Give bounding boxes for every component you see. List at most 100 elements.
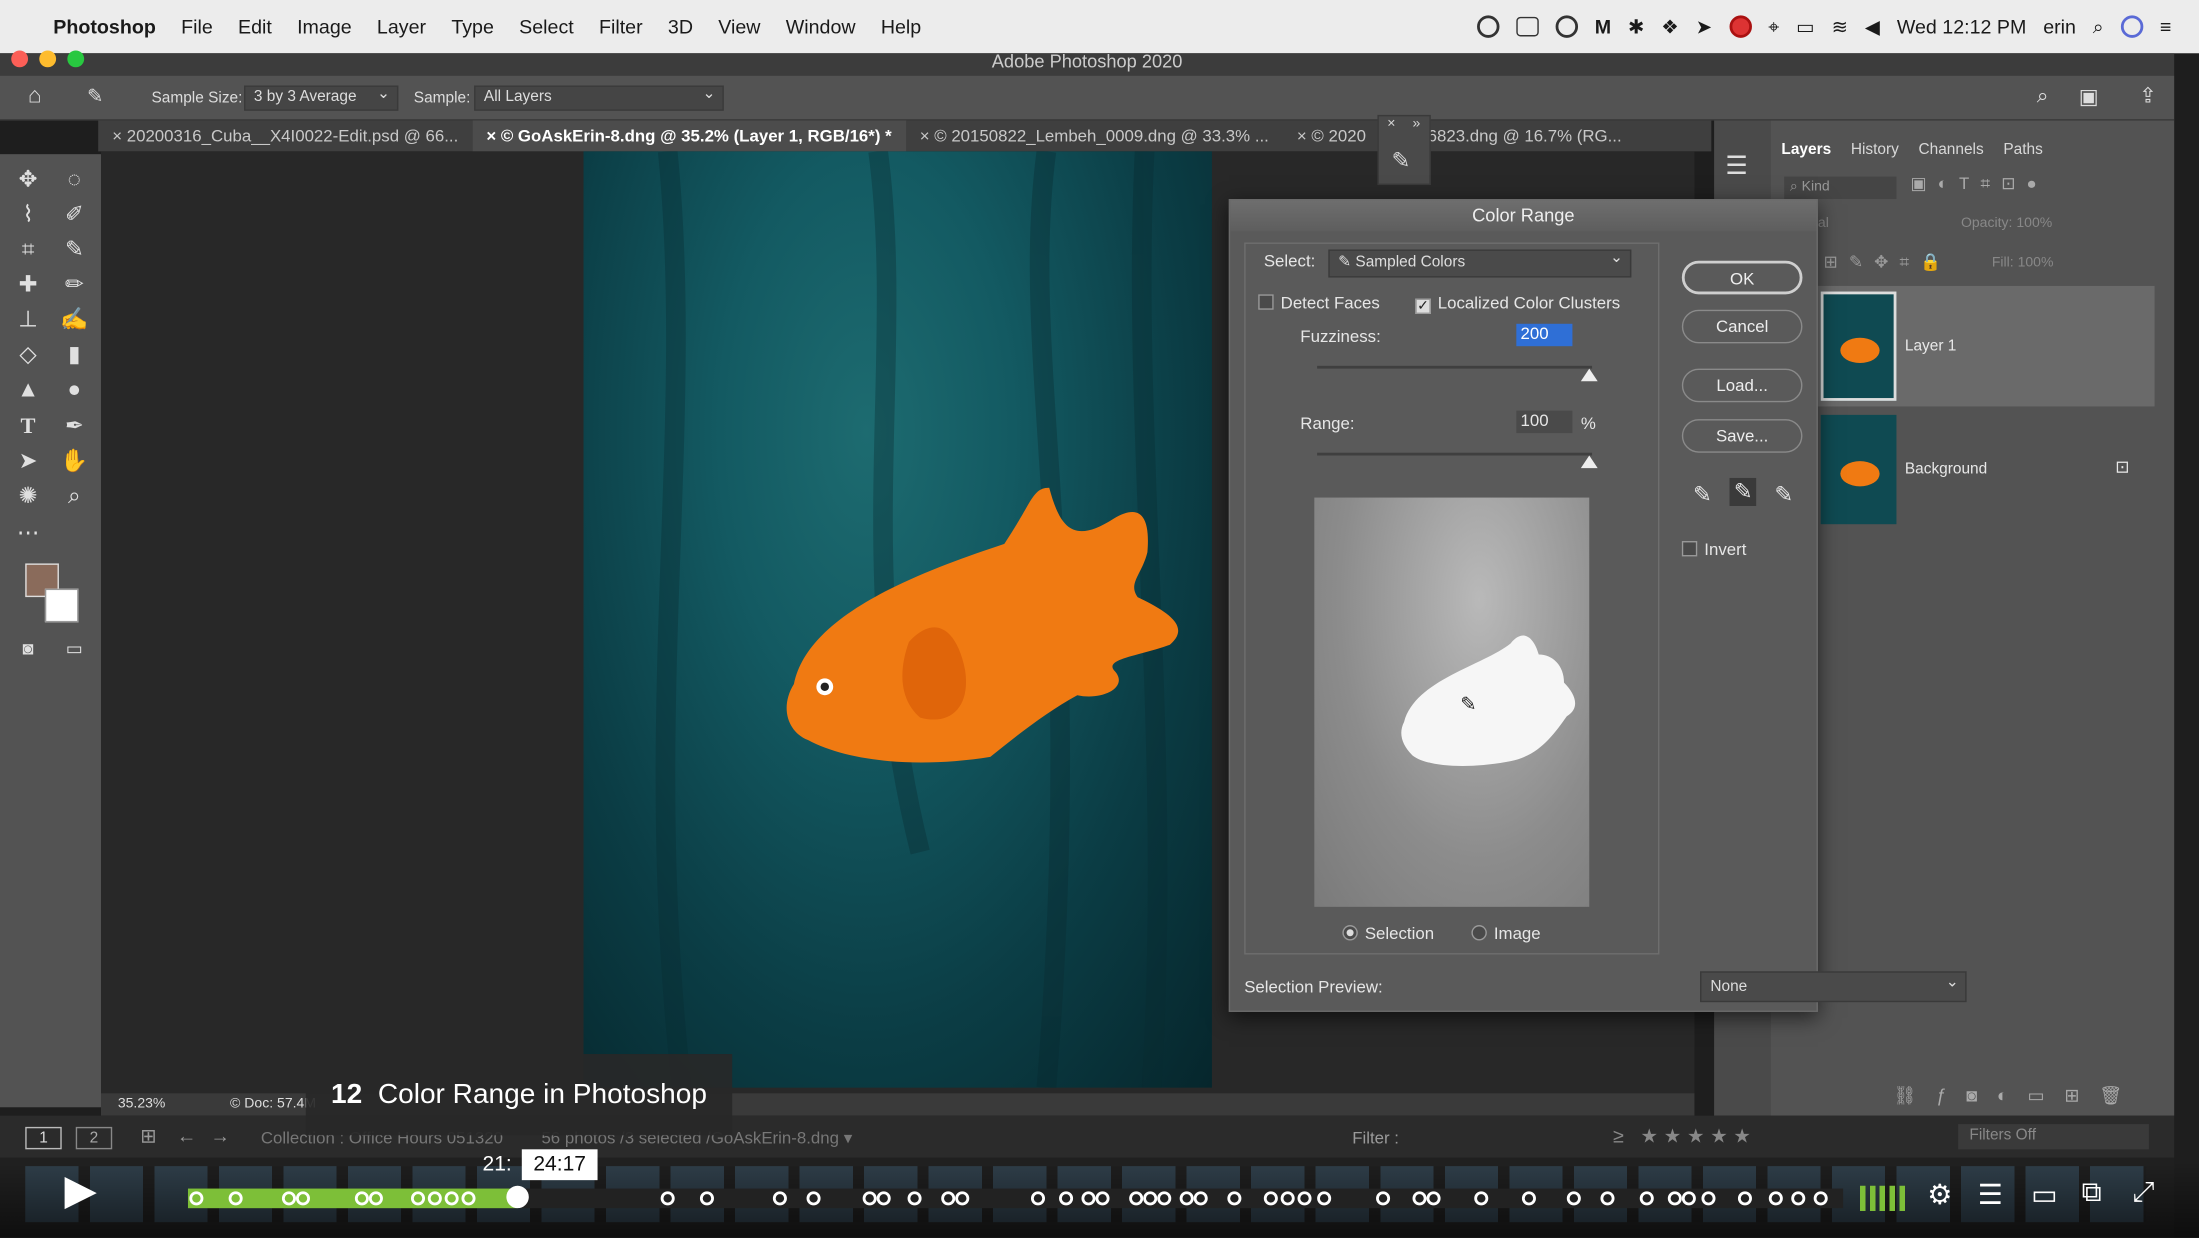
rating-filter-stars[interactable]: ≥ ★★★★★	[1613, 1124, 1757, 1148]
chapter-marker[interactable]	[281, 1191, 296, 1206]
layer-panel-footer-icons[interactable]: ⛓ƒ◙◐▭⊞🗑	[1894, 1085, 2142, 1107]
pen-tool-icon[interactable]: ✒	[56, 412, 92, 443]
menu-window[interactable]: Window	[786, 15, 856, 37]
quick-mask-icon[interactable]: ◙	[10, 634, 46, 665]
chapter-marker[interactable]	[876, 1191, 891, 1206]
save-button[interactable]: Save...	[1681, 419, 1803, 453]
monitor-2-button[interactable]: 2	[75, 1126, 113, 1150]
ok-button[interactable]: OK	[1681, 260, 1803, 295]
range-slider-track[interactable]	[1317, 452, 1593, 456]
mail-icon[interactable]: M	[1595, 15, 1611, 37]
eyedropper-subtract-icon[interactable]: ✎	[1774, 481, 1793, 509]
chapters-list-icon[interactable]: ☰	[1978, 1177, 2003, 1212]
spotlight-icon[interactable]: ⌕	[2093, 15, 2104, 39]
play-button-icon[interactable]: ▶	[65, 1166, 97, 1215]
search-icon[interactable]: ⌕	[2037, 84, 2049, 108]
menu-help[interactable]: Help	[881, 15, 921, 37]
tab-cuba[interactable]: × 20200316_Cuba__X4I0022-Edit.psd @ 66..…	[98, 121, 472, 152]
chapter-marker[interactable]	[772, 1191, 787, 1206]
sample-select[interactable]: All Layers	[474, 84, 724, 111]
brush-tool-icon[interactable]: ✏	[56, 271, 92, 302]
chapter-marker[interactable]	[1179, 1191, 1194, 1206]
settings-gear-icon[interactable]: ⚙	[1927, 1177, 1952, 1212]
app-menu[interactable]: Photoshop	[53, 15, 156, 37]
back-arrow-icon[interactable]: ←	[177, 1124, 197, 1146]
shape-tool-icon[interactable]: ✺	[10, 482, 46, 513]
dropbox-icon[interactable]: ❖	[1661, 15, 1679, 39]
chapter-marker[interactable]	[1768, 1191, 1783, 1206]
selection-preview-select[interactable]: None	[1700, 970, 1968, 1003]
history-brush-icon[interactable]: ✍	[56, 306, 92, 337]
chapter-marker[interactable]	[941, 1191, 956, 1206]
selection-preview-image[interactable]: ✎	[1314, 497, 1590, 907]
layer-row-layer1[interactable]: Layer 1	[1817, 285, 2155, 407]
eyedropper-tool-icon[interactable]: ✎	[87, 84, 103, 108]
grid-icon[interactable]: ⊞	[140, 1124, 156, 1148]
tab-lembeh[interactable]: × © 20150822_Lembeh_0009.dng @ 33.3% ...	[906, 121, 1283, 152]
image-radio[interactable]: Image	[1471, 924, 1541, 943]
chapter-marker[interactable]	[228, 1191, 243, 1206]
tab-goaskerin[interactable]: × © GoAskErin-8.dng @ 35.2% (Layer 1, RG…	[472, 120, 906, 152]
brush-settings-icon[interactable]: ✎	[1391, 147, 1410, 175]
chapter-marker[interactable]	[1317, 1191, 1332, 1206]
sample-size-select[interactable]: 3 by 3 Average	[244, 84, 399, 111]
menu-select[interactable]: Select	[519, 15, 574, 37]
chapter-marker[interactable]	[427, 1191, 442, 1206]
layer-name[interactable]: Background	[1905, 461, 1987, 478]
menu-file[interactable]: File	[181, 15, 213, 37]
chapter-marker[interactable]	[1227, 1191, 1242, 1206]
chapter-marker[interactable]	[1737, 1191, 1752, 1206]
close-icon[interactable]: ×	[1387, 116, 1395, 131]
fuzziness-input[interactable]: 200	[1516, 323, 1573, 347]
menu-type[interactable]: Type	[451, 15, 494, 37]
video-scrubber[interactable]	[506, 1185, 529, 1209]
chapter-marker[interactable]	[1681, 1191, 1696, 1206]
load-button[interactable]: Load...	[1681, 368, 1803, 403]
wifi-icon[interactable]: ≋	[1832, 15, 1848, 39]
chapter-marker[interactable]	[660, 1191, 675, 1206]
lock-icons[interactable]: ⊞✎✥⌗🔒	[1824, 252, 1953, 273]
fill-control[interactable]: Fill: 100%	[1992, 255, 2054, 270]
more-tools-icon[interactable]: ⋯	[10, 519, 46, 550]
siri-icon[interactable]	[2120, 15, 2144, 38]
eyedropper-sample-icon[interactable]: ✎	[1693, 481, 1712, 509]
tab-2020[interactable]: × © 2020	[1283, 121, 1380, 152]
screen-mode-icon[interactable]: ▭	[56, 634, 92, 665]
photo-garibaldi-fish[interactable]	[583, 150, 1212, 1089]
move-tool-icon[interactable]: ✥	[10, 165, 46, 196]
layer-filter-icons[interactable]: ▣◐T⌗⊡●	[1910, 174, 2047, 195]
zoom-level[interactable]: 35.23%	[118, 1096, 166, 1111]
menu-view[interactable]: View	[718, 15, 760, 37]
chapter-marker[interactable]	[1667, 1191, 1682, 1206]
chapter-marker[interactable]	[1030, 1191, 1046, 1206]
select-dropdown[interactable]: ✎ Sampled Colors	[1328, 248, 1632, 278]
fuzziness-slider-track[interactable]	[1317, 365, 1593, 369]
network-icon[interactable]: ⌖	[1768, 15, 1779, 39]
chapter-marker[interactable]	[699, 1191, 714, 1206]
quick-select-tool-icon[interactable]: ✐	[56, 200, 92, 231]
chapter-marker[interactable]	[1095, 1191, 1110, 1206]
volume-meter-icon[interactable]	[1859, 1185, 1908, 1211]
chapter-marker[interactable]	[1193, 1191, 1208, 1206]
home-icon[interactable]: ⌂	[28, 84, 42, 109]
chapter-marker[interactable]	[1157, 1191, 1172, 1206]
chapter-marker[interactable]	[461, 1191, 476, 1206]
detect-faces-checkbox[interactable]: Detect Faces	[1258, 293, 1380, 313]
invert-checkbox[interactable]: Invert	[1681, 540, 1746, 559]
workspace-icon[interactable]: ▣	[2079, 84, 2099, 109]
menu-layer[interactable]: Layer	[377, 15, 426, 37]
tab-layers[interactable]: Layers	[1781, 142, 1831, 159]
range-input[interactable]: 100	[1516, 410, 1573, 434]
filters-off-select[interactable]: Filters Off	[1958, 1124, 2149, 1150]
forward-arrow-icon[interactable]: →	[210, 1124, 230, 1146]
lasso-tool-icon[interactable]: ⌇	[10, 200, 46, 231]
properties-icon[interactable]: ☰	[1725, 151, 1748, 180]
chapter-marker[interactable]	[410, 1191, 426, 1206]
healing-tool-icon[interactable]: ✚	[10, 271, 46, 302]
marquee-tool-icon[interactable]: ◌	[56, 165, 92, 196]
opacity-control[interactable]: Opacity: 100%	[1961, 216, 2052, 231]
localized-clusters-checkbox[interactable]: ✓ Localized Color Clusters	[1415, 293, 1620, 314]
creative-cloud-icon[interactable]	[1555, 15, 1578, 38]
display-icon[interactable]	[1516, 16, 1539, 37]
layer-row-background[interactable]: Background ⊡	[1818, 409, 2155, 530]
